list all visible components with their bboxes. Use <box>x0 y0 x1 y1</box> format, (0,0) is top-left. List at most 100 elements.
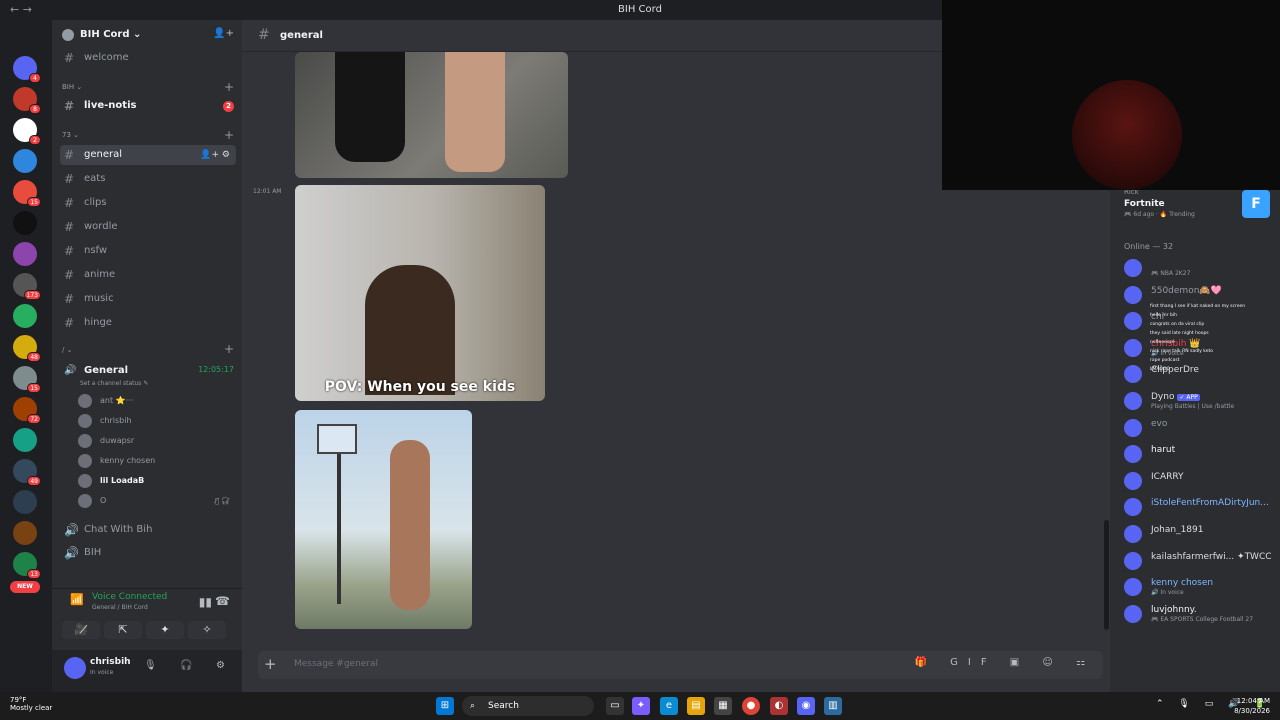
guild-header[interactable]: BIH Cord ⌄ 👤+ <box>52 20 242 50</box>
channel-status[interactable]: Set a channel status ✎ <box>80 380 148 387</box>
message-input[interactable]: Message #general <box>294 659 378 669</box>
member-item[interactable]: harut <box>1124 443 1280 467</box>
channel-music[interactable]: # music <box>60 289 236 309</box>
message-composer[interactable]: + Message #general 🎁 GIF ▣ ☺ ⚏ <box>258 651 1103 679</box>
member-item[interactable]: 🎮 NBA 2K27 <box>1124 257 1280 281</box>
category-slash[interactable]: / ⌄ <box>62 346 72 354</box>
activity-meta: 🎮 6d ago · 🔥 Trending <box>1124 211 1195 218</box>
avatar <box>1124 445 1142 464</box>
voice-user[interactable]: lil LoadaB <box>78 472 238 490</box>
server-icon[interactable]: 8 <box>13 87 41 114</box>
avatar[interactable] <box>64 657 86 679</box>
add-channel-icon[interactable]: + <box>224 342 234 356</box>
task-view-icon[interactable]: ▭ <box>606 697 624 715</box>
category-73[interactable]: 73 ⌄ <box>62 131 79 139</box>
member-item[interactable]: kenny chosen 🔊 In voice <box>1124 576 1280 600</box>
voice-channel-bih[interactable]: 🔊 BIH <box>60 543 236 563</box>
discord-home-icon[interactable] <box>13 24 37 48</box>
server-icon[interactable]: 72 <box>13 397 41 424</box>
channel-anime[interactable]: # anime <box>60 265 236 285</box>
voice-user[interactable]: ant ⭐··· <box>78 392 238 410</box>
discord-icon[interactable]: ◉ <box>797 697 815 715</box>
server-icon[interactable] <box>13 304 37 328</box>
copilot-icon[interactable]: ✦ <box>632 697 650 715</box>
activities-button[interactable]: ✦ <box>146 621 184 639</box>
channel-wordle[interactable]: # wordle <box>60 217 236 237</box>
voice-user[interactable]: duwapsr <box>78 432 238 450</box>
channel-general[interactable]: # general 👤+ ⚙ <box>60 145 236 165</box>
member-item[interactable]: luvjohnny. 🎮 EA SPORTS College Football 2… <box>1124 603 1280 627</box>
server-icon[interactable] <box>13 428 37 452</box>
channel-eats[interactable]: # eats <box>60 169 236 189</box>
server-icon[interactable]: 2 <box>13 118 41 145</box>
new-badge[interactable]: NEW <box>10 581 40 593</box>
store-icon[interactable]: ▦ <box>714 697 732 715</box>
clock[interactable]: 12:04 AM 8/30/2026 <box>1234 696 1270 716</box>
muted-deafened-icon: 🎙̸ 🎧̸ <box>214 497 230 505</box>
member-item[interactable]: iStoleFentFromADirtyJun... <box>1124 496 1280 520</box>
image-attachment[interactable] <box>295 410 472 629</box>
overlay-chat-line: hello mr bih <box>1150 313 1177 318</box>
server-icon[interactable]: 15 <box>13 366 41 393</box>
server-icon[interactable] <box>13 149 37 173</box>
channel-actions-icon[interactable]: 👤+ ⚙ <box>200 145 230 165</box>
voice-user[interactable]: kenny chosen <box>78 452 238 470</box>
scrollbar[interactable] <box>1104 520 1109 630</box>
activity-card[interactable]: Rick Fortnite 🎮 6d ago · 🔥 Trending F <box>1110 186 1280 224</box>
voice-connected-sub[interactable]: General / BIH Cord <box>92 604 148 611</box>
server-icon[interactable]: 15 <box>13 180 41 207</box>
member-item[interactable]: ICARRY <box>1124 470 1280 494</box>
screen-share-button[interactable]: ⇱ <box>104 621 142 639</box>
notepad-icon[interactable]: ▥ <box>824 697 842 715</box>
voice-user[interactable]: O 🎙̸ 🎧̸ <box>78 492 238 510</box>
add-attachment-icon[interactable]: + <box>264 655 277 673</box>
server-icon[interactable]: 49 <box>13 459 41 486</box>
camera-button[interactable]: 🎥̸ <box>62 621 100 639</box>
user-name[interactable]: chrisbih <box>90 657 131 667</box>
start-icon[interactable]: ⊞ <box>436 697 454 715</box>
search-box[interactable]: ⌕ Search <box>462 696 594 716</box>
channel-nsfw[interactable]: # nsfw <box>60 241 236 261</box>
microphone-icon[interactable]: 🎙 <box>144 660 157 671</box>
avatar <box>1124 471 1142 490</box>
server-icon[interactable]: 173 <box>13 273 41 300</box>
noise-suppression-icon[interactable]: ▮▮ <box>199 595 212 609</box>
member-item[interactable]: kailashfarmerfwi... ✦TWCC <box>1124 550 1280 574</box>
voice-user[interactable]: chrisbih <box>78 412 238 430</box>
server-icon[interactable]: 4 <box>13 56 41 83</box>
add-channel-icon[interactable]: + <box>224 128 234 142</box>
image-attachment[interactable] <box>295 52 568 178</box>
server-icon[interactable] <box>13 490 37 514</box>
chrome-icon[interactable]: ● <box>742 697 760 715</box>
add-channel-icon[interactable]: + <box>224 80 234 94</box>
channel-welcome[interactable]: # welcome <box>60 48 236 68</box>
file-explorer-icon[interactable]: ▤ <box>687 697 705 715</box>
member-item[interactable]: evo <box>1124 417 1280 441</box>
user-status: In voice <box>90 669 114 676</box>
server-icon[interactable] <box>13 242 37 266</box>
disconnect-icon[interactable]: ☎ <box>215 594 230 608</box>
weather-widget[interactable]: 79°F Mostly clear <box>10 696 52 712</box>
member-item[interactable]: Johan_1891 <box>1124 523 1280 547</box>
edge-icon[interactable]: e <box>660 697 678 715</box>
headphones-icon[interactable]: 🎧 <box>180 660 192 671</box>
server-icon[interactable] <box>13 211 37 235</box>
server-icon[interactable]: 48 <box>13 335 41 362</box>
guild-name[interactable]: BIH Cord ⌄ <box>80 29 141 40</box>
channel-hinge[interactable]: # hinge <box>60 313 236 333</box>
category-bih[interactable]: BIH ⌄ <box>62 83 82 91</box>
server-icon[interactable]: 13 <box>13 552 41 579</box>
channel-clips[interactable]: # clips <box>60 193 236 213</box>
voice-channel-chat-with-bih[interactable]: 🔊 Chat With Bih <box>60 520 236 540</box>
member-item[interactable]: Dyno ✓ APP Playing Battles | Use /battle <box>1124 390 1280 414</box>
composer-tools[interactable]: 🎁 GIF ▣ ☺ ⚏ <box>915 657 1095 668</box>
speaker-icon: 🔊 <box>64 546 79 560</box>
soundboard-button[interactable]: ✧ <box>188 621 226 639</box>
server-icon[interactable] <box>13 521 37 545</box>
member-name: 550demon🙈🩷 <box>1151 286 1222 296</box>
video-attachment[interactable]: POV: When you see kids <box>295 185 545 401</box>
gear-icon[interactable]: ⚙ <box>216 660 225 671</box>
channel-live-notis[interactable]: # live-notis 2 <box>60 96 236 116</box>
add-member-icon[interactable]: 👤+ <box>213 28 234 39</box>
app-icon[interactable]: ◐ <box>770 697 788 715</box>
